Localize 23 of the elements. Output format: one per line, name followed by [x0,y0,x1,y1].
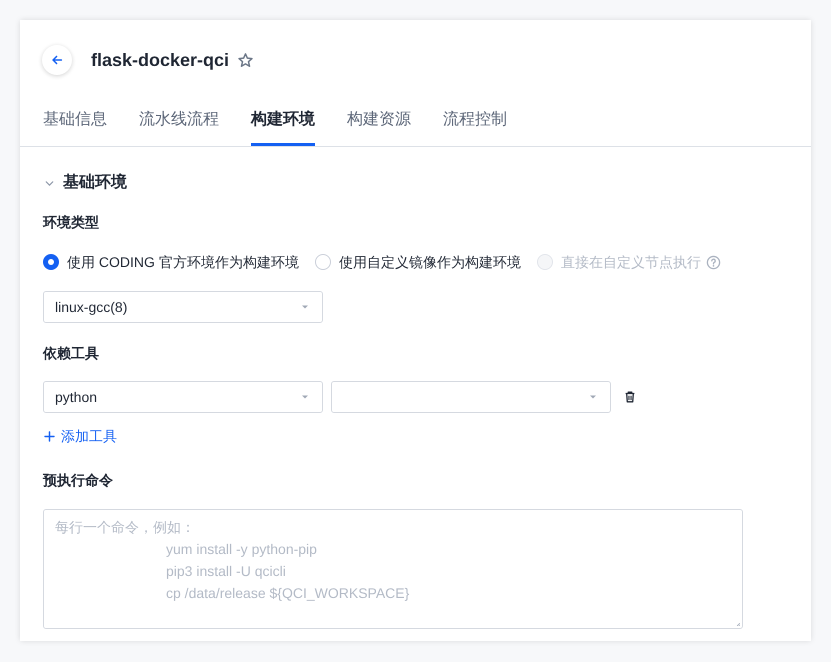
select-field[interactable] [331,381,611,413]
select-field[interactable]: python [43,381,323,413]
plus-icon [43,430,56,443]
trash-icon[interactable] [623,390,637,404]
field-label: 环境类型 [43,213,100,232]
back-button[interactable] [42,45,72,75]
back-arrow-icon [50,53,64,67]
tab[interactable]: 流程控制 [443,100,507,146]
radio-label[interactable]: 使用 CODING 官方环境作为构建环境 [67,252,299,272]
radio-label[interactable]: 使用自定义镜像作为构建环境 [338,252,521,272]
star-icon[interactable] [237,52,254,68]
select-field[interactable]: linux-gcc(8) [43,291,323,323]
pipeline-title: flask-docker-qci [91,48,230,72]
section-title: 基础环境 [63,172,127,193]
tab[interactable]: 构建环境 [251,100,315,146]
tab[interactable]: 流水线流程 [139,100,219,146]
add-tool-link[interactable]: 添加工具 [43,426,117,447]
radio-button[interactable] [43,254,59,270]
field-label: 预执行命令 [43,471,114,490]
tab[interactable]: 构建资源 [347,100,411,146]
field-label: 依赖工具 [43,344,100,363]
radio-button[interactable] [314,254,331,270]
tab[interactable]: 基础信息 [43,100,107,146]
